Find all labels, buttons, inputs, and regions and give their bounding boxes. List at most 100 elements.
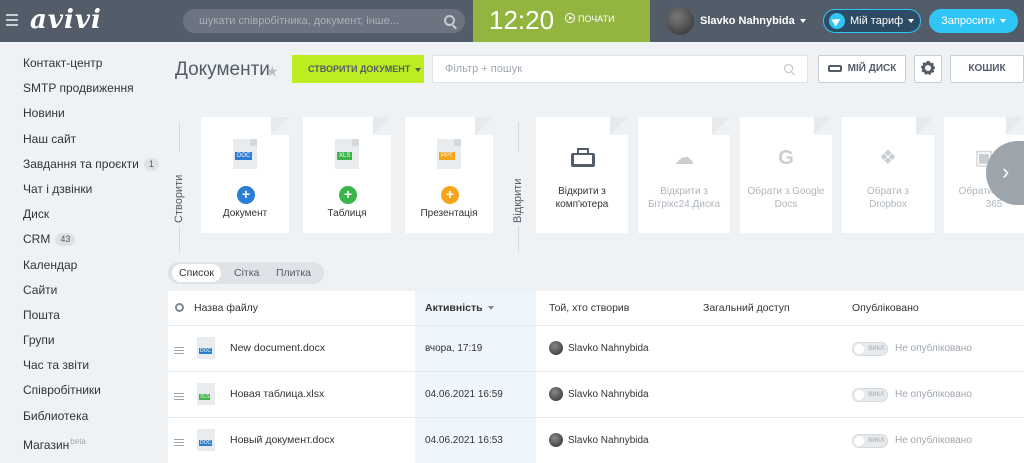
search-icon[interactable] (784, 64, 793, 73)
open-from-computer-card[interactable]: Відкрити з комп'ютера (536, 117, 628, 233)
publish-status: Не опубліковано (895, 435, 972, 446)
paper-plane-icon (829, 13, 845, 30)
create-table-card[interactable]: XLS + Таблиця (303, 117, 391, 233)
sidebar-item-label: Завдання та проєкти (23, 156, 139, 171)
my-disk-label: МІЙ ДИСК (847, 63, 897, 74)
view-grid-tab[interactable]: Сітка (227, 264, 266, 282)
invite-button[interactable]: Запросити (929, 9, 1018, 33)
sidebar-item-label: Сайти (23, 282, 58, 297)
sidebar-item-crm[interactable]: CRM 43 (0, 227, 160, 252)
trash-label: КОШИК (968, 63, 1006, 74)
search-icon[interactable] (444, 15, 455, 26)
publish-toggle[interactable]: ВИКЛ (852, 342, 888, 356)
table-row[interactable]: XLS Новая таблица.xlsx 04.06.2021 16:59 … (168, 371, 1024, 417)
toggle-label: ВИКЛ (868, 392, 884, 398)
sidebar-item-label: Час та звіти (23, 358, 90, 373)
sidebar-item-news[interactable]: Новини (0, 101, 160, 126)
doc-file-icon: DOC (197, 429, 215, 451)
user-menu[interactable]: Slavko Nahnybida (666, 7, 806, 36)
global-search-input[interactable]: шукати співробітника, документ, іншe... (183, 9, 465, 33)
my-disk-button[interactable]: МІЙ ДИСК (818, 55, 906, 83)
card-label: Документ (222, 208, 268, 219)
table-row[interactable]: DOC Новый документ.docx 04.06.2021 16:53… (168, 417, 1024, 463)
file-name-link[interactable]: Новый документ.docx (230, 418, 335, 463)
header-activity[interactable]: Активність (425, 291, 494, 325)
sidebar-item-sites[interactable]: Сайти (0, 278, 160, 303)
sidebar-item-time-reports[interactable]: Час та звіти (0, 353, 160, 378)
chevron-down-icon (799, 19, 806, 24)
sidebar-item-chat[interactable]: Чат і дзвінки (0, 177, 160, 202)
view-list-tab[interactable]: Список (172, 264, 221, 282)
sidebar-item-groups[interactable]: Групи (0, 328, 160, 353)
creator-name: Slavko Nahnybida (568, 435, 649, 446)
drag-handle-icon[interactable] (174, 347, 184, 356)
drag-handle-icon[interactable] (174, 439, 184, 448)
sidebar-item-contact-center[interactable]: Контакт-центр (0, 51, 160, 76)
sidebar-item-label: Календар (23, 257, 78, 272)
creator[interactable]: Slavko Nahnybida (549, 326, 649, 371)
publish-toggle[interactable]: ВИКЛ (852, 434, 888, 448)
sidebar-item-disk[interactable]: Диск (0, 202, 160, 227)
create-document-button[interactable]: СТВОРИТИ ДОКУМЕНТ (292, 55, 424, 83)
publish-status: Не опубліковано (895, 389, 972, 400)
my-tariff-button[interactable]: Мій тариф (823, 9, 921, 33)
file-type-tag: DOC (235, 152, 253, 160)
avatar (549, 433, 563, 448)
creator[interactable]: Slavko Nahnybida (549, 372, 649, 417)
star-icon[interactable]: ★ (266, 63, 279, 80)
sidebar-item-label: SMTP продвиження (23, 81, 134, 96)
sidebar-item-label: Магазин (23, 437, 70, 452)
file-type-tag: DOC (199, 440, 213, 446)
trash-button[interactable]: КОШИК (950, 55, 1024, 83)
menu-icon[interactable] (6, 14, 18, 26)
filter-search-input[interactable]: Фільтр + пошук (432, 55, 808, 83)
worktime-widget[interactable]: 12:20 ПОЧАТИ (473, 0, 650, 42)
sidebar-item-label: Співробітники (23, 383, 101, 398)
header-activity-label: Активність (425, 302, 483, 314)
tariff-label: Мій тариф (850, 15, 904, 27)
publish-toggle[interactable]: ВИКЛ (852, 388, 888, 402)
user-name: Slavko Nahnybida (700, 15, 795, 27)
create-presentation-card[interactable]: PPT + Презентація (405, 117, 493, 233)
start-label: ПОЧАТИ (578, 14, 615, 24)
divider (518, 226, 519, 252)
sidebar-item-calendar[interactable]: Календар (0, 253, 160, 278)
view-tiles-tab[interactable]: Плитка (269, 264, 318, 282)
drag-handle-icon[interactable] (174, 393, 184, 402)
chevron-down-icon (908, 19, 915, 24)
xls-file-icon: XLS (335, 139, 359, 169)
gear-icon[interactable] (175, 303, 184, 312)
open-from-dropbox-card[interactable]: ❖ Обрати з Dropbox (842, 117, 934, 233)
sidebar-item-label: CRM (23, 232, 51, 247)
sidebar-item-tasks[interactable]: Завдання та проєкти 1 (0, 152, 160, 177)
create-document-card[interactable]: DOC + Документ (201, 117, 289, 233)
sidebar-item-label: Наш сайт (23, 131, 77, 146)
search-placeholder: шукати співробітника, документ, іншe... (199, 15, 399, 27)
sidebar-item-smtp[interactable]: SMTP продвиження (0, 76, 160, 101)
sidebar-item-shop[interactable]: Магазинbeta (0, 429, 160, 454)
sidebar-item-mail[interactable]: Пошта (0, 303, 160, 328)
sidebar: Контакт-центр SMTP продвиження Новини На… (0, 42, 160, 463)
header-shared-access[interactable]: Загальний доступ (703, 291, 790, 325)
table-row[interactable]: DOC New document.docx вчора, 17:19 Slavk… (168, 325, 1024, 371)
card-label: Відкрити з Бітрікс24.Диска (647, 186, 721, 210)
header-creator[interactable]: Той, хто створив (549, 291, 629, 325)
activity-date: 04.06.2021 16:59 (425, 389, 503, 400)
logo[interactable]: avivi (30, 5, 102, 35)
sidebar-item-our-site[interactable]: Наш сайт (0, 127, 160, 152)
sidebar-item-employees[interactable]: Співробітники (0, 378, 160, 403)
play-icon (565, 13, 575, 23)
file-name-link[interactable]: New document.docx (230, 326, 325, 371)
sidebar-item-library[interactable]: Библиотека (0, 404, 160, 429)
start-workday-button[interactable]: ПОЧАТИ (565, 13, 615, 24)
avatar (549, 341, 563, 356)
creator[interactable]: Slavko Nahnybida (549, 418, 649, 463)
file-name-link[interactable]: Новая таблица.xlsx (230, 372, 324, 417)
chevron-down-icon (999, 19, 1006, 24)
header-published[interactable]: Опубліковано (852, 291, 919, 325)
header-file-name[interactable]: Назва файлу (194, 291, 258, 325)
open-from-bitrix-disk-card[interactable]: ☁ Відкрити з Бітрікс24.Диска (638, 117, 730, 233)
gear-icon (921, 61, 935, 76)
open-from-google-docs-card[interactable]: G Обрати з Google Docs (740, 117, 832, 233)
settings-button[interactable] (914, 55, 942, 83)
